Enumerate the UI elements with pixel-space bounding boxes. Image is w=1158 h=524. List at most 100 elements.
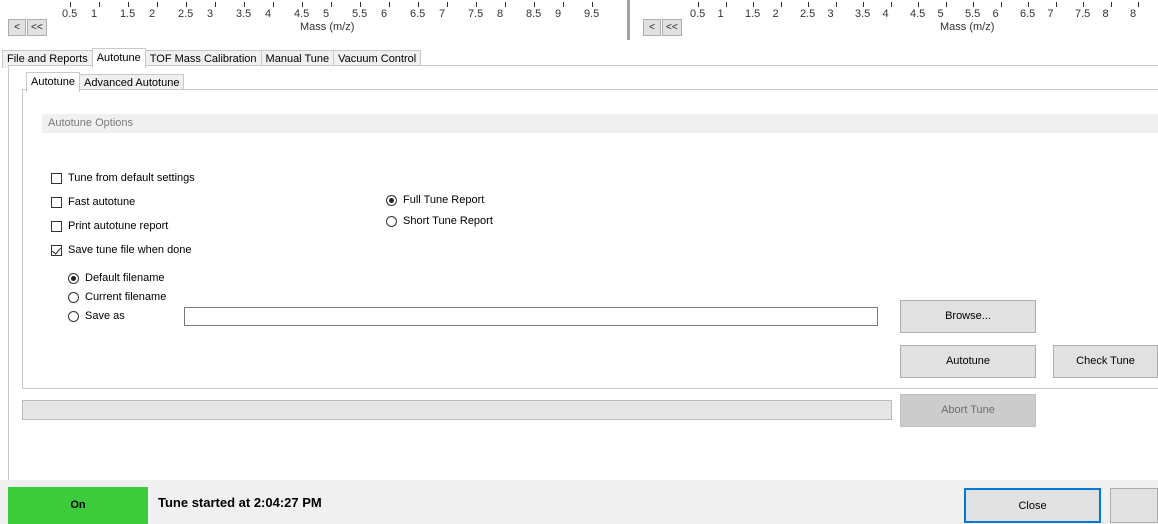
tab-autotune[interactable]: Autotune	[91, 48, 146, 68]
left-axis-tick-label: 9.5	[584, 8, 600, 20]
left-axis-title: Mass (m/z)	[300, 21, 355, 33]
left-axis-tick-label: 7.5	[468, 8, 484, 20]
left-axis-tick-mark	[157, 2, 158, 7]
short-tune-report-radio[interactable]: Short Tune Report	[386, 215, 493, 227]
left-axis-tick-label: 3	[207, 8, 214, 20]
right-axis-tick-mark	[1083, 2, 1084, 7]
left-axis-tick-mark	[447, 2, 448, 7]
right-axis-tick-mark	[1000, 2, 1002, 7]
left-axis-tick-label: 8.5	[526, 8, 542, 20]
left-axis-tick-label: 7	[439, 8, 446, 20]
left-axis-tick-mark	[418, 2, 419, 7]
right-axis-tick-label: 0.5	[690, 8, 706, 20]
right-axis-tick-label: 1.5	[745, 8, 761, 20]
right-axis-tick-mark	[1028, 2, 1029, 7]
check-tune-button[interactable]: Check Tune	[1053, 345, 1158, 378]
radio-label: Full Tune Report	[403, 194, 485, 206]
radio-label: Current filename	[85, 291, 167, 303]
right-axis-tick-label: 8	[1130, 8, 1137, 20]
left-axis-tick-mark	[99, 2, 100, 7]
left-axis-tick-label: 4	[265, 8, 272, 20]
left-axis-tick-mark	[273, 2, 274, 7]
autotune-options-header: Autotune Options	[42, 114, 1158, 133]
full-tune-report-radio[interactable]: Full Tune Report	[386, 194, 484, 206]
left-axis-tick-label: 2	[149, 8, 156, 20]
right-axis-tick-label: 8	[1102, 8, 1109, 20]
left-axis-tick-label: 1.5	[120, 8, 136, 20]
right-axis-tick-mark	[835, 2, 837, 7]
left-axis-tick-mark	[128, 2, 129, 7]
right-axis-tick-label: 2.5	[800, 8, 816, 20]
right-axis-tick-mark	[890, 2, 892, 7]
left-axis-tick-label: 8	[497, 8, 504, 20]
scroll-prev-button[interactable]: <	[8, 19, 26, 36]
right-axis-tick-mark	[1055, 2, 1057, 7]
left-axis-tick-label: 6	[381, 8, 388, 20]
checkbox-box[interactable]	[51, 220, 62, 232]
right-scroll-first-button[interactable]: <<	[662, 19, 682, 36]
save-as-radio[interactable]: Save as	[68, 310, 125, 322]
abort-tune-button[interactable]: Abort Tune	[900, 394, 1036, 427]
radio-label: Default filename	[85, 272, 165, 284]
default-filename-radio[interactable]: Default filename	[68, 272, 165, 284]
current-filename-radio[interactable]: Current filename	[68, 291, 166, 303]
right-axis-tick-mark	[973, 2, 974, 7]
right-axis-title: Mass (m/z)	[940, 21, 995, 33]
right-axis-tick-label: 4	[882, 8, 889, 20]
save-tune-file-checkbox[interactable]: Save tune file when done	[51, 244, 192, 256]
right-axis-tick-label: 7	[1047, 8, 1054, 20]
radio-dot[interactable]	[68, 272, 79, 284]
right-axis-tick-mark	[1138, 2, 1139, 7]
left-axis-tick-mark	[476, 2, 477, 7]
checkbox-label: Print autotune report	[68, 220, 169, 232]
checkbox-box[interactable]	[51, 172, 62, 184]
extra-button[interactable]	[1110, 488, 1158, 523]
right-axis-tick-label: 2	[772, 8, 779, 20]
right-axis-tick-label: 1	[717, 8, 724, 20]
subtab-autotune[interactable]: Autotune	[26, 72, 81, 92]
left-axis-tick-mark	[563, 2, 564, 7]
axis-divider	[627, 0, 630, 40]
save-as-filename-input[interactable]	[184, 307, 878, 326]
left-axis-tick-mark	[389, 2, 390, 7]
right-axis-tick-label: 3.5	[855, 8, 871, 20]
right-axis-tick-label: 5.5	[965, 8, 981, 20]
radio-dot[interactable]	[386, 215, 397, 227]
right-axis-tick-mark	[780, 2, 782, 7]
radio-dot[interactable]	[68, 310, 79, 322]
left-axis-tick-label: 4.5	[294, 8, 310, 20]
scroll-first-button[interactable]: <<	[27, 19, 47, 36]
radio-dot[interactable]	[68, 291, 79, 303]
right-axis-tick-mark	[945, 2, 947, 7]
left-axis-tick-mark	[302, 2, 303, 7]
radio-label: Save as	[85, 310, 125, 322]
checkbox-label: Tune from default settings	[68, 172, 195, 184]
left-axis-tick-mark	[534, 2, 535, 7]
checkbox-box[interactable]	[51, 244, 62, 256]
autotune-subtab-panel	[22, 89, 1158, 389]
checkbox-label: Fast autotune	[68, 196, 136, 208]
left-axis-tick-label: 3.5	[236, 8, 252, 20]
right-axis-tick-mark	[918, 2, 919, 7]
right-scroll-prev-button[interactable]: <	[643, 19, 661, 36]
left-axis-tick-mark	[244, 2, 245, 7]
fast-autotune-checkbox[interactable]: Fast autotune	[51, 196, 135, 208]
left-axis-tick-label: 9	[555, 8, 562, 20]
right-axis-tick-mark	[808, 2, 809, 7]
left-axis-tick-label: 1	[91, 8, 98, 20]
close-button[interactable]: Close	[964, 488, 1101, 523]
print-autotune-report-checkbox[interactable]: Print autotune report	[51, 220, 168, 232]
right-axis-tick-label: 6	[992, 8, 999, 20]
browse-button[interactable]: Browse...	[900, 300, 1036, 333]
right-axis-tick-mark	[863, 2, 864, 7]
mass-axis-strip: Mass (m/z) < << Mass (m/z) < << 0.5 1 1.5 2…	[0, 0, 1158, 44]
checkbox-label: Save tune file when done	[68, 244, 192, 256]
checkbox-box[interactable]	[51, 196, 62, 208]
left-axis-tick-mark	[505, 2, 506, 7]
status-message: Tune started at 2:04:27 PM	[158, 495, 322, 510]
autotune-button[interactable]: Autotune	[900, 345, 1036, 378]
left-axis-tick-label: 5.5	[352, 8, 368, 20]
tune-from-default-checkbox[interactable]: Tune from default settings	[51, 172, 195, 184]
radio-dot[interactable]	[386, 194, 397, 206]
left-axis-tick-mark	[186, 2, 187, 7]
